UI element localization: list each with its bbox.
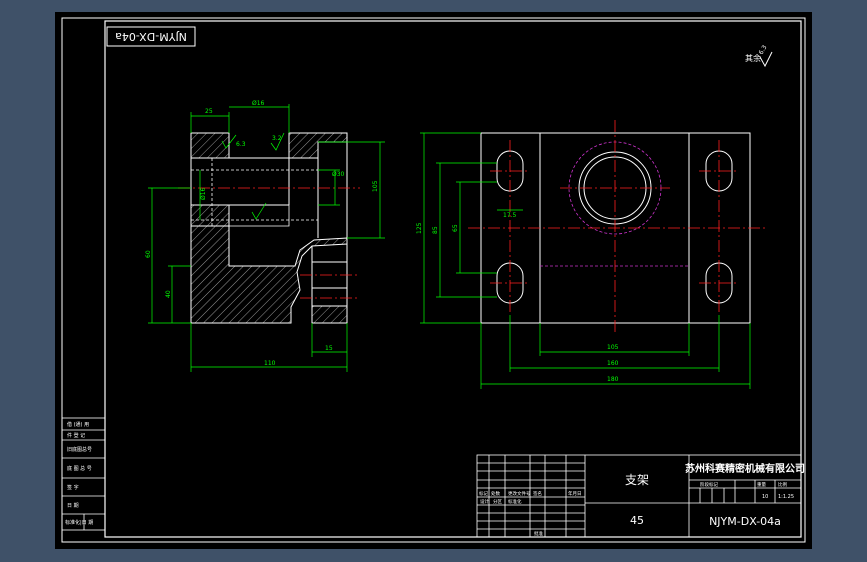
side-label: 旧底图总号 — [67, 446, 92, 453]
side-label: 签 字 — [67, 484, 79, 491]
side-label: 标准化|日 期 — [65, 519, 93, 526]
dim-top-width: 25 — [205, 108, 213, 115]
dim-right-height: 105 — [372, 180, 379, 192]
dim-hole-dia: Ø30 — [332, 171, 345, 178]
dim-hole-pitch: 160 — [607, 360, 619, 367]
dim-overall-width-plan: 180 — [607, 376, 619, 383]
dim-top-total: Ø16 — [252, 100, 265, 107]
rotated-title-code: NJYM-DX-04a — [115, 30, 187, 43]
material: 45 — [630, 514, 644, 527]
drawing-number: NJYM-DX-04a — [709, 515, 781, 528]
tb-stage: 阶段标记 — [700, 481, 718, 488]
side-label: 件 登 记 — [67, 432, 85, 439]
side-label: 日 期 — [67, 503, 79, 509]
quantity: 10 — [762, 494, 768, 500]
tb-date: 年月日 — [568, 490, 582, 497]
part-name: 支架 — [625, 473, 649, 487]
dim-center-width: 105 — [607, 344, 619, 351]
side-label: 底 图 总 号 — [67, 465, 92, 472]
scale-value: 1:1.25 — [778, 494, 794, 500]
dim-roughness-b: 3.2 — [272, 135, 282, 142]
tb-weight: 重量 — [757, 481, 766, 488]
dim-bore-dia: Ø16 — [200, 187, 207, 200]
dim-inner-height: 85 — [432, 226, 439, 234]
tb-count: 处数 — [491, 490, 500, 497]
tb-standardize: 标准化 — [508, 498, 522, 505]
cad-drawing: NJYM-DX-04a 其余 6.3 借 (通) 用 件 登 记 旧底图总号 底… — [55, 12, 812, 549]
dim-lower-height: 40 — [165, 290, 172, 298]
side-label: 借 (通) 用 — [67, 421, 89, 428]
tb-change-doc: 更改文件号 — [508, 490, 531, 497]
hatched-body-top — [190, 132, 230, 159]
tb-zone: 分区 — [493, 498, 502, 505]
dim-left-height: 60 — [145, 250, 152, 258]
tb-approve: 批准 — [534, 530, 543, 537]
hatched-foot — [311, 305, 348, 324]
tb-scale-label: 比例 — [778, 481, 787, 488]
dim-hole-spacing: 65 — [452, 224, 459, 232]
dim-roughness-a: 6.3 — [236, 141, 246, 148]
dim-slot-offset: 17.5 — [503, 212, 517, 219]
dim-bottom-step: 15 — [325, 345, 333, 352]
hatched-body-mid — [190, 204, 230, 227]
company-name: 苏州科赛精密机械有限公司 — [685, 462, 805, 475]
tb-designer: 设计 — [480, 498, 489, 505]
roughness-note-label: 其余 — [745, 53, 761, 63]
tb-marks: 标记 — [479, 490, 488, 497]
tb-sign: 签名 — [533, 490, 542, 497]
dim-overall-width: 110 — [264, 360, 276, 367]
dim-overall-height: 125 — [416, 222, 423, 234]
